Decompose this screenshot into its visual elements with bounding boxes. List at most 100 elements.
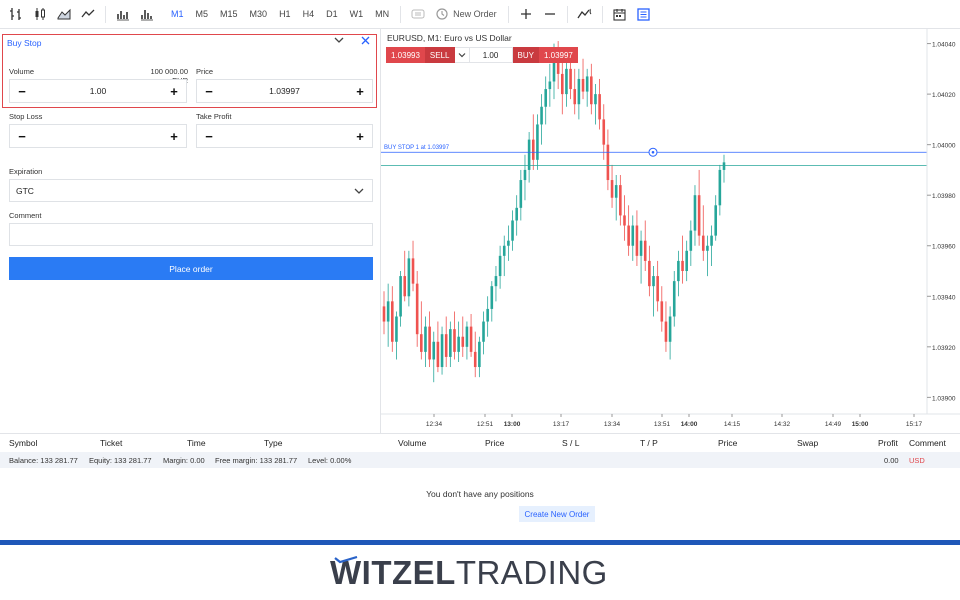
candle-body (639, 240, 643, 256)
candle-body (544, 89, 548, 107)
area-chart-type-icon[interactable] (52, 0, 76, 29)
order-type-select[interactable]: Buy Stop (7, 38, 42, 48)
candle-body (444, 334, 448, 357)
candle-body (573, 89, 577, 105)
volume-stepper: − 1.00 + (9, 79, 187, 103)
calendar-icon[interactable] (608, 0, 632, 29)
column-current-price[interactable]: Price (718, 438, 737, 448)
stop-loss-increase-button[interactable]: + (168, 129, 180, 144)
bar-chart-type-icon[interactable] (4, 0, 28, 29)
candle-body (540, 106, 543, 125)
sell-button[interactable]: SELL (424, 47, 455, 63)
sell-price[interactable]: 1.03993 (386, 47, 425, 63)
timeframe-h4[interactable]: H4 (297, 0, 321, 29)
column-price[interactable]: Price (485, 438, 504, 448)
indicators-icon[interactable] (573, 0, 597, 29)
expiration-select[interactable]: GTC (9, 179, 373, 202)
candle-body (531, 139, 535, 160)
line-chart-type-icon[interactable] (76, 0, 100, 29)
candle-body (411, 258, 415, 284)
zoom-out-icon[interactable] (538, 0, 562, 29)
candle-body (606, 144, 610, 181)
candle-body (610, 180, 614, 198)
chart-title: EURUSD, M1: Euro vs US Dollar (387, 33, 512, 43)
take-profit-stepper[interactable]: − + (196, 124, 373, 148)
candle-body (386, 301, 390, 322)
candlestick-chart-type-icon[interactable] (28, 0, 52, 29)
column-comment[interactable]: Comment (909, 438, 946, 448)
volume-increase-button[interactable]: + (168, 84, 180, 99)
one-click-trading-icon[interactable] (406, 0, 430, 29)
x-tick-label: 13:51 (654, 421, 671, 428)
buy-price[interactable]: 1.03997 (538, 47, 578, 63)
candle-body (490, 286, 494, 309)
candle-body (697, 195, 701, 236)
price-input[interactable]: 1.03997 (269, 86, 300, 96)
candle-body (560, 73, 564, 95)
timeframe-w1[interactable]: W1 (344, 0, 370, 29)
margin-text: Margin: 0.00 (163, 456, 205, 465)
price-chart[interactable]: BUY STOP 1 at 1.03997 1.03997 1.03993 1.04… (381, 29, 960, 433)
brand-footer: WITZEL TRADING (0, 545, 960, 600)
level-text: Level: 0.00% (308, 456, 352, 465)
volume-input[interactable]: 1.00 (90, 86, 107, 96)
candle-body (486, 308, 489, 322)
candle-body (424, 326, 427, 352)
balance-text: Balance: 133 281.77 (9, 456, 78, 465)
price-axis[interactable] (927, 29, 960, 433)
column-symbol[interactable]: Symbol (9, 438, 37, 448)
order-drag-handle-icon[interactable] (648, 147, 658, 157)
candle-body (502, 245, 506, 256)
volumes-icon[interactable] (111, 0, 135, 29)
create-new-order-button[interactable]: Create New Order (519, 506, 595, 522)
volumes-bars-icon[interactable] (135, 0, 159, 29)
candle-body (436, 341, 440, 368)
column-tp[interactable]: T / P (640, 438, 658, 448)
buy-button[interactable]: BUY (512, 47, 539, 63)
expiration-label: Expiration (9, 167, 43, 176)
timeframe-m15[interactable]: M15 (214, 0, 244, 29)
candle-body (619, 185, 622, 216)
timeframe-h1[interactable]: H1 (273, 0, 297, 29)
candle-body (465, 326, 469, 347)
zoom-in-icon[interactable] (514, 0, 538, 29)
order-panel-toggle-icon[interactable] (632, 0, 656, 29)
candle-body (706, 245, 709, 251)
column-profit[interactable]: Profit (878, 438, 898, 448)
stop-loss-stepper[interactable]: − + (9, 124, 187, 148)
candle-body (718, 169, 722, 206)
timeframe-d1[interactable]: D1 (320, 0, 344, 29)
column-ticket[interactable]: Ticket (100, 438, 122, 448)
total-profit: 0.00 (884, 456, 899, 465)
timeframe-m1[interactable]: M1 (165, 0, 190, 29)
price-decrease-button[interactable]: − (203, 84, 215, 99)
chevron-down-icon[interactable] (334, 36, 344, 47)
new-order-button[interactable]: New Order (430, 0, 503, 29)
place-order-button[interactable]: Place order (9, 257, 373, 280)
timeframe-m30[interactable]: M30 (244, 0, 274, 29)
column-swap[interactable]: Swap (797, 438, 818, 448)
column-type[interactable]: Type (264, 438, 282, 448)
stop-loss-decrease-button[interactable]: − (16, 129, 28, 144)
candle-body (631, 225, 635, 246)
price-increase-button[interactable]: + (354, 84, 366, 99)
comment-input[interactable] (9, 223, 373, 246)
y-tick-label: 1.03980 (932, 193, 956, 200)
quantity-input[interactable]: 1.00 (468, 47, 513, 63)
chart-area[interactable]: BUY STOP 1 at 1.03997 1.03997 1.03993 1.04… (381, 29, 960, 433)
column-sl[interactable]: S / L (562, 438, 579, 448)
column-volume[interactable]: Volume (398, 438, 426, 448)
x-tick-label: 13:00 (504, 421, 521, 428)
candle-body (590, 76, 593, 105)
chevron-down-icon[interactable] (454, 47, 469, 63)
column-time[interactable]: Time (187, 438, 206, 448)
timeframe-mn[interactable]: MN (369, 0, 395, 29)
close-icon[interactable] (361, 36, 370, 48)
new-order-label: New Order (453, 9, 497, 19)
timeframe-m5[interactable]: M5 (190, 0, 215, 29)
volume-decrease-button[interactable]: − (16, 84, 28, 99)
take-profit-increase-button[interactable]: + (354, 129, 366, 144)
take-profit-decrease-button[interactable]: − (203, 129, 215, 144)
toolbar: M1 M5 M15 M30 H1 H4 D1 W1 MN New Order (0, 0, 960, 29)
currency-label: USD (909, 456, 925, 465)
